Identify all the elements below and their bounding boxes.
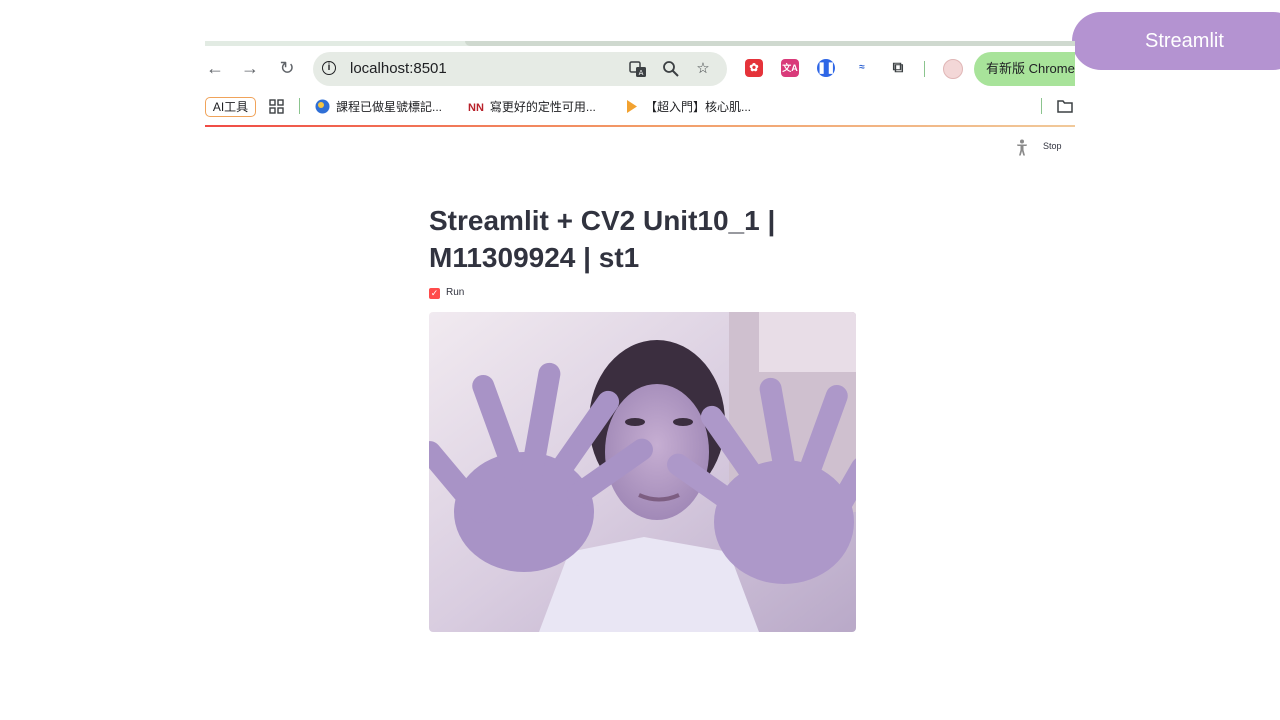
loading-gradient-line <box>205 125 1075 127</box>
translate-icon[interactable]: A <box>629 60 647 78</box>
bookmarks-divider <box>299 98 300 114</box>
site-info-icon[interactable]: i <box>322 61 336 75</box>
pause-extension-icon[interactable]: ❚❚ <box>817 59 835 77</box>
chrome-update-button[interactable]: 有新版 Chrome 可用 <box>974 52 1075 86</box>
running-person-icon <box>1015 139 1029 156</box>
checkbox-label: Run <box>446 287 465 298</box>
bookmark-label: 【超入門】核心肌... <box>645 100 752 114</box>
reload-icon[interactable]: ↻ <box>277 58 297 78</box>
translate-extension-icon[interactable]: 文A <box>781 59 799 77</box>
profile-avatar[interactable] <box>943 59 963 79</box>
bookmark-label: 寫更好的定性可用... <box>489 100 596 114</box>
forward-icon[interactable]: → <box>240 58 260 78</box>
bookmark-ai-tools[interactable]: AI工具 <box>205 97 256 117</box>
apps-grid-icon[interactable] <box>269 98 284 116</box>
camera-frame-image <box>429 312 856 632</box>
sumo-extension-icon[interactable]: ≈ <box>853 59 871 77</box>
nn-logo-icon: NN <box>468 102 484 114</box>
slide-tag: Streamlit <box>1072 12 1280 70</box>
browser-window: ← → ↻ i localhost:8501 A ☆ ✿ 文A ❚❚ ≈ ⧉ 有… <box>205 41 1075 128</box>
address-bar[interactable]: i localhost:8501 A ☆ <box>313 52 727 86</box>
bookmark-item[interactable]: 課程已做星號標記... <box>315 98 442 116</box>
bookmark-item[interactable]: 【超入門】核心肌... <box>624 98 751 116</box>
toolbar-divider <box>924 61 925 77</box>
zoom-icon[interactable] <box>662 60 680 78</box>
play-icon <box>624 99 639 114</box>
folder-icon[interactable] <box>1057 98 1073 116</box>
back-icon[interactable]: ← <box>205 58 225 78</box>
bookmarks-divider <box>1041 98 1042 114</box>
checkbox-checked-icon[interactable]: ✓ <box>429 288 440 299</box>
extensions-puzzle-icon[interactable]: ⧉ <box>889 59 907 77</box>
svg-text:A: A <box>639 69 644 77</box>
bookmark-star-icon[interactable]: ☆ <box>694 60 712 78</box>
bookmark-item[interactable]: NN 寫更好的定性可用... <box>468 98 596 117</box>
browser-toolbar: ← → ↻ i localhost:8501 A ☆ ✿ 文A ❚❚ ≈ ⧉ 有… <box>205 46 1075 92</box>
url-text: localhost:8501 <box>350 60 447 77</box>
stop-button[interactable]: Stop <box>1043 141 1062 151</box>
strawberry-extension-icon[interactable]: ✿ <box>745 59 763 77</box>
bookmarks-bar: AI工具 課程已做星號標記... NN 寫更好的定性可用... 【超入門】核心肌.… <box>205 92 1075 124</box>
course-globe-icon <box>315 99 330 114</box>
page-title: Streamlit + CV2 Unit10_1 | M11309924 | s… <box>429 205 776 273</box>
bookmark-label: 課程已做星號標記... <box>336 100 443 114</box>
